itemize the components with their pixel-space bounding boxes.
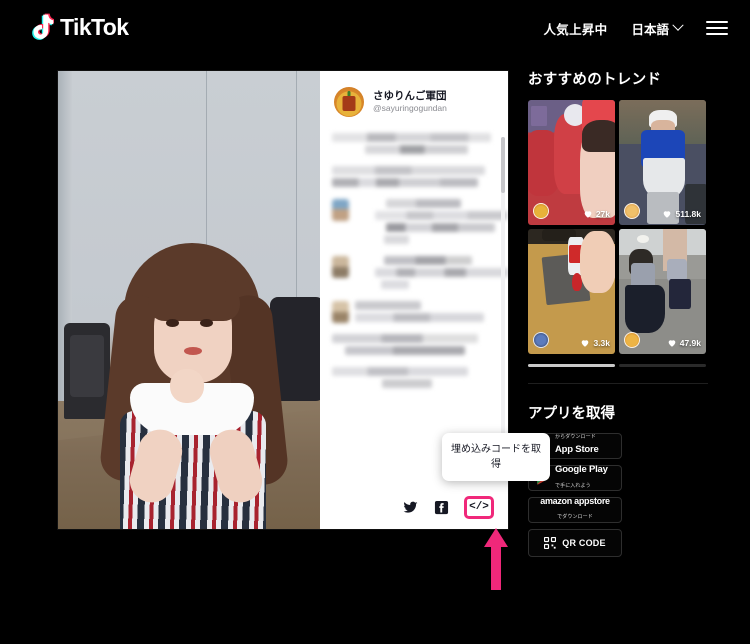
chevron-down-icon bbox=[672, 19, 684, 31]
google-play-sub: で手に入れよう bbox=[555, 482, 591, 489]
language-selector[interactable]: 日本語 bbox=[631, 19, 684, 38]
like-count-text: 27k bbox=[595, 209, 610, 219]
nav-trending[interactable]: 人気上昇中 bbox=[543, 19, 607, 38]
annotation-arrow bbox=[484, 528, 508, 590]
author-name: さゆりんご軍団 bbox=[373, 90, 447, 103]
app-store-name: App Store bbox=[555, 444, 599, 456]
trend-thumbnail[interactable]: 27k bbox=[528, 100, 615, 225]
google-play-name: Google Play bbox=[555, 463, 608, 475]
like-count: 27k bbox=[583, 209, 610, 219]
list-item bbox=[332, 367, 498, 391]
trends-title: おすすめのトレンド bbox=[528, 72, 662, 88]
trend-thumbnail[interactable]: 47.9k bbox=[619, 229, 706, 354]
list-item bbox=[332, 256, 508, 292]
amazon-appstore-sub: でダウンロード bbox=[557, 514, 593, 521]
hamburger-menu-icon[interactable] bbox=[706, 21, 728, 35]
like-count-text: 47.9k bbox=[679, 338, 701, 348]
avatar[interactable] bbox=[533, 203, 549, 219]
heart-icon bbox=[664, 211, 671, 218]
comment-list[interactable] bbox=[320, 127, 508, 479]
like-count-text: 511.8k bbox=[675, 209, 701, 219]
list-item bbox=[332, 199, 507, 247]
sidebar: おすすめのトレンド 27k 511.8k 3.3k 47.9k アプリを取得 か… bbox=[528, 68, 708, 563]
list-item bbox=[332, 334, 498, 358]
like-count: 47.9k bbox=[667, 338, 701, 348]
app-store-sub: からダウンロード bbox=[555, 433, 596, 440]
like-count: 3.3k bbox=[580, 338, 610, 348]
pagination-bar-active[interactable] bbox=[528, 364, 615, 367]
qr-code-button[interactable]: QR CODE bbox=[528, 529, 622, 557]
like-count-text: 3.3k bbox=[593, 338, 610, 348]
qr-code-icon bbox=[544, 537, 557, 549]
facebook-icon[interactable] bbox=[433, 499, 450, 516]
pagination-bar[interactable] bbox=[619, 364, 706, 367]
language-label: 日本語 bbox=[631, 22, 669, 37]
share-bar: </> bbox=[320, 485, 508, 529]
avatar[interactable] bbox=[533, 332, 549, 348]
trend-thumbnail[interactable]: 3.3k bbox=[528, 229, 615, 354]
tiktok-logo[interactable]: TikTok bbox=[28, 13, 129, 42]
apps-title: アプリを取得 bbox=[528, 406, 615, 422]
trend-thumbnail-grid: 27k 511.8k 3.3k 47.9k bbox=[528, 100, 708, 354]
avatar[interactable] bbox=[334, 87, 364, 117]
avatar[interactable] bbox=[624, 203, 640, 219]
author-row[interactable]: さゆりんご軍団 @sayuringogundan bbox=[320, 71, 508, 127]
amazon-appstore-name: amazon appstore bbox=[540, 495, 610, 506]
video-detail-card: さゆりんご軍団 @sayuringogundan </> bbox=[58, 71, 508, 529]
like-count: 511.8k bbox=[662, 209, 701, 219]
trend-thumbnail[interactable]: 511.8k bbox=[619, 100, 706, 225]
twitter-icon[interactable] bbox=[402, 499, 419, 516]
section-divider bbox=[528, 383, 708, 384]
video-player[interactable] bbox=[58, 71, 320, 529]
tiktok-note-icon bbox=[32, 13, 54, 40]
author-handle: @sayuringogundan bbox=[373, 103, 447, 114]
embed-code-button[interactable]: </> bbox=[464, 495, 494, 519]
list-item bbox=[332, 133, 498, 157]
trend-pagination[interactable] bbox=[528, 364, 708, 367]
heart-icon bbox=[668, 340, 676, 347]
comments-scrollbar-thumb[interactable] bbox=[501, 137, 505, 193]
heart-icon bbox=[582, 340, 589, 347]
embed-tooltip: 埋め込みコードを取得 bbox=[442, 433, 550, 481]
header-right-group: 人気上昇中 日本語 bbox=[543, 0, 728, 56]
tiktok-page: TikTok 人気上昇中 日本語 さゆりんご軍団 @sayuringogunda… bbox=[0, 0, 750, 644]
top-header: TikTok 人気上昇中 日本語 bbox=[0, 0, 750, 56]
brand-text: TikTok bbox=[60, 14, 129, 40]
heart-icon bbox=[584, 211, 592, 218]
video-subject bbox=[98, 243, 290, 529]
list-item bbox=[332, 301, 498, 325]
amazon-appstore-button[interactable]: amazon appstore でダウンロード bbox=[528, 495, 622, 523]
avatar[interactable] bbox=[624, 332, 640, 348]
list-item bbox=[332, 166, 498, 190]
qr-code-label: QR CODE bbox=[562, 538, 606, 548]
